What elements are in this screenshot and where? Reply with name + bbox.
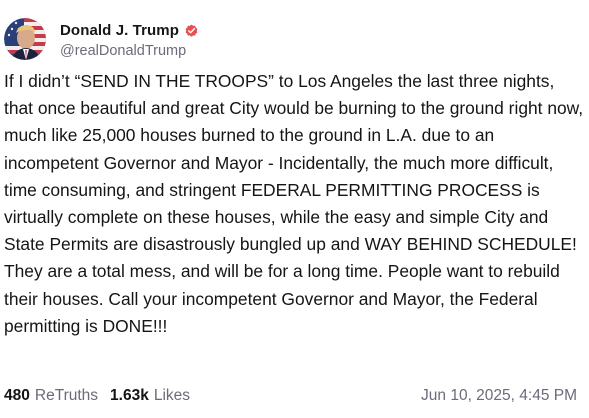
post-footer: 480 ReTruths 1.63k Likes Jun 10, 2025, 4… — [4, 384, 577, 408]
likes-label: Likes — [153, 387, 191, 404]
retruths-stat[interactable]: 480 ReTruths — [4, 387, 98, 405]
likes-count: 1.63k — [110, 387, 149, 404]
name-row: Donald J. Trump — [60, 20, 199, 42]
verified-badge-icon — [184, 23, 199, 38]
author-handle[interactable]: @realDonaldTrump — [60, 43, 199, 59]
post-text: If I didn’t “SEND IN THE TROOPS” to Los … — [4, 71, 584, 336]
retruths-count: 480 — [4, 387, 30, 404]
avatar[interactable] — [4, 18, 46, 60]
retruths-label: ReTruths — [34, 387, 99, 404]
post-header: Donald J. Trump @realDonaldTrump — [4, 13, 199, 65]
post-card: Donald J. Trump @realDonaldTrump If I di… — [0, 0, 589, 418]
author-names: Donald J. Trump @realDonaldTrump — [60, 20, 199, 59]
post-timestamp[interactable]: Jun 10, 2025, 4:45 PM — [421, 387, 577, 405]
author-display-name[interactable]: Donald J. Trump — [60, 22, 179, 39]
likes-stat[interactable]: 1.63k Likes — [110, 387, 190, 405]
